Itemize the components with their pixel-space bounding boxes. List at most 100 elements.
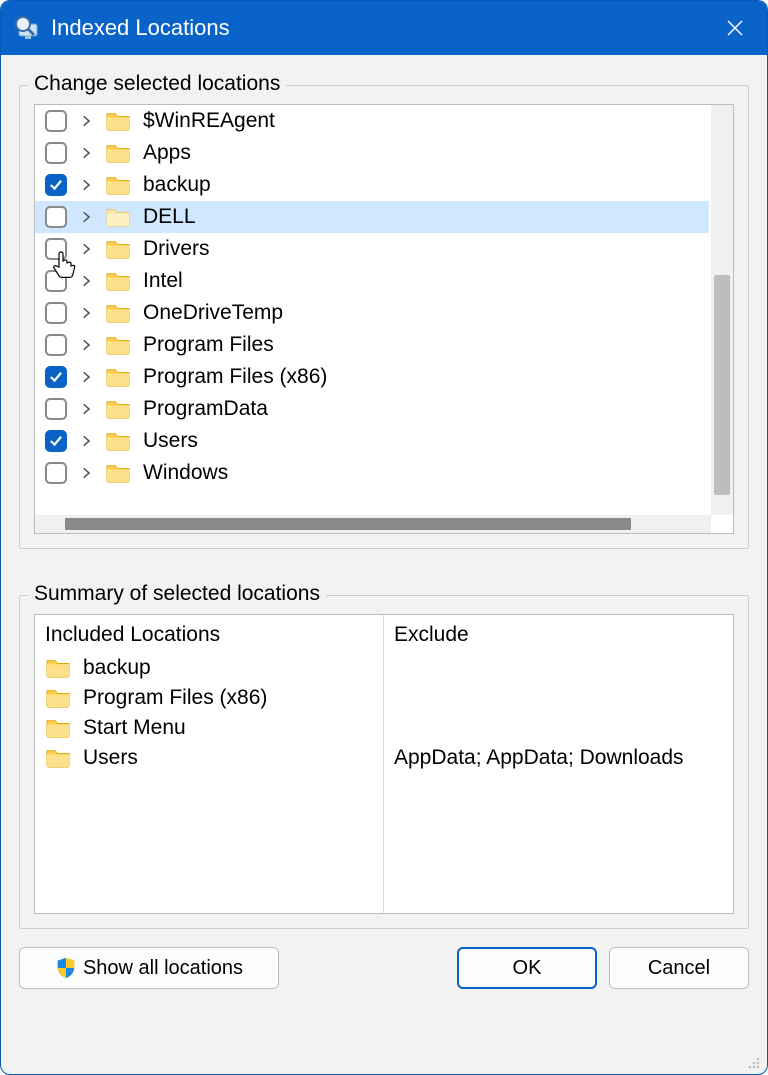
folder-icon (105, 398, 131, 420)
tree-row[interactable]: Intel (35, 265, 709, 297)
folder-icon (105, 142, 131, 164)
resize-grip[interactable] (745, 1054, 761, 1070)
tree-row[interactable]: backup (35, 169, 709, 201)
cancel-button[interactable]: Cancel (609, 947, 749, 989)
included-header: Included Locations (45, 623, 373, 647)
tree-checkbox[interactable] (45, 430, 67, 452)
folder-icon (105, 238, 131, 260)
chevron-right-icon[interactable] (77, 112, 95, 130)
summary-row[interactable]: Start Menu (45, 713, 373, 743)
tree-hscrollbar[interactable] (35, 515, 711, 533)
cancel-label: Cancel (648, 957, 710, 980)
tree-checkbox[interactable] (45, 270, 67, 292)
tree-checkbox[interactable] (45, 462, 67, 484)
tree-row-label: Intel (143, 269, 183, 293)
summary-row[interactable]: Program Files (x86) (45, 683, 373, 713)
folder-icon (105, 174, 131, 196)
tree-row-label: DELL (143, 205, 196, 229)
summary-exclude: AppData; AppData; Downloads (394, 743, 723, 773)
tree-checkbox[interactable] (45, 142, 67, 164)
dialog-buttons: Show all locations OK Cancel (19, 929, 749, 995)
folder-icon (105, 366, 131, 388)
tree-checkbox[interactable] (45, 174, 67, 196)
tree-row[interactable]: Windows (35, 457, 709, 489)
chevron-right-icon[interactable] (77, 336, 95, 354)
tree-row-label: Users (143, 429, 198, 453)
tree-checkbox[interactable] (45, 334, 67, 356)
chevron-right-icon[interactable] (77, 432, 95, 450)
tree-row-label: Program Files (x86) (143, 365, 327, 389)
summary-list: Included Locations backup Program Files (… (34, 614, 734, 914)
tree-row-label: backup (143, 173, 211, 197)
tree-row-label: ProgramData (143, 397, 268, 421)
locations-tree: $WinREAgent Apps backup DELL Drivers Intel One… (34, 104, 734, 534)
ok-label: OK (513, 957, 542, 980)
chevron-right-icon[interactable] (77, 208, 95, 226)
tree-checkbox[interactable] (45, 366, 67, 388)
summary-name: backup (83, 656, 151, 680)
tree-row-label: $WinREAgent (143, 109, 275, 133)
tree-row[interactable]: Program Files (35, 329, 709, 361)
tree-checkbox[interactable] (45, 398, 67, 420)
tree-row[interactable]: DELL (35, 201, 709, 233)
tree-row-label: Drivers (143, 237, 210, 261)
exclude-header: Exclude (394, 623, 723, 647)
tree-row-label: Windows (143, 461, 228, 485)
tree-row[interactable]: $WinREAgent (35, 105, 709, 137)
tree-checkbox[interactable] (45, 110, 67, 132)
tree-row[interactable]: Users (35, 425, 709, 457)
tree-row[interactable]: Drivers (35, 233, 709, 265)
summary-name: Users (83, 746, 138, 770)
show-all-label: Show all locations (83, 957, 243, 980)
group-change-locations: Change selected locations $WinREAgentApp… (19, 85, 749, 549)
folder-icon (105, 462, 131, 484)
group-summary-legend: Summary of selected locations (28, 582, 326, 606)
close-button[interactable] (715, 8, 755, 48)
summary-name: Program Files (x86) (83, 686, 267, 710)
tree-vscrollbar[interactable] (711, 105, 733, 515)
shield-icon (55, 957, 77, 979)
chevron-right-icon[interactable] (77, 400, 95, 418)
folder-icon (45, 687, 71, 709)
chevron-right-icon[interactable] (77, 464, 95, 482)
tree-checkbox[interactable] (45, 206, 67, 228)
chevron-right-icon[interactable] (77, 144, 95, 162)
chevron-right-icon[interactable] (77, 176, 95, 194)
folder-icon (105, 270, 131, 292)
summary-row[interactable]: Users (45, 743, 373, 773)
tree-checkbox[interactable] (45, 302, 67, 324)
tree-row[interactable]: Program Files (x86) (35, 361, 709, 393)
tree-row[interactable]: OneDriveTemp (35, 297, 709, 329)
group-summary: Summary of selected locations Included L… (19, 595, 749, 929)
folder-icon (45, 657, 71, 679)
tree-row-label: OneDriveTemp (143, 301, 283, 325)
summary-exclude (394, 653, 723, 683)
summary-col-included: Included Locations backup Program Files (… (35, 615, 384, 913)
folder-icon (105, 206, 131, 228)
summary-col-exclude: Exclude AppData; AppData; Downloads (384, 615, 733, 913)
chevron-right-icon[interactable] (77, 272, 95, 290)
dialog-body: Change selected locations $WinREAgent App… (1, 55, 767, 1074)
window-title: Indexed Locations (51, 15, 715, 41)
folder-icon (45, 747, 71, 769)
summary-name: Start Menu (83, 716, 186, 740)
folder-icon (105, 110, 131, 132)
tree-checkbox[interactable] (45, 238, 67, 260)
folder-icon (45, 717, 71, 739)
tree-row-label: Program Files (143, 333, 274, 357)
app-icon (13, 14, 41, 42)
tree-row[interactable]: Apps (35, 137, 709, 169)
folder-icon (105, 302, 131, 324)
summary-row[interactable]: backup (45, 653, 373, 683)
folder-icon (105, 430, 131, 452)
summary-exclude (394, 683, 723, 713)
dialog-window: Indexed Locations Change selected locati… (0, 0, 768, 1075)
chevron-right-icon[interactable] (77, 304, 95, 322)
folder-icon (105, 334, 131, 356)
ok-button[interactable]: OK (457, 947, 597, 989)
tree-row[interactable]: ProgramData (35, 393, 709, 425)
chevron-right-icon[interactable] (77, 240, 95, 258)
chevron-right-icon[interactable] (77, 368, 95, 386)
group-change-legend: Change selected locations (28, 72, 286, 96)
show-all-locations-button[interactable]: Show all locations (19, 947, 279, 989)
